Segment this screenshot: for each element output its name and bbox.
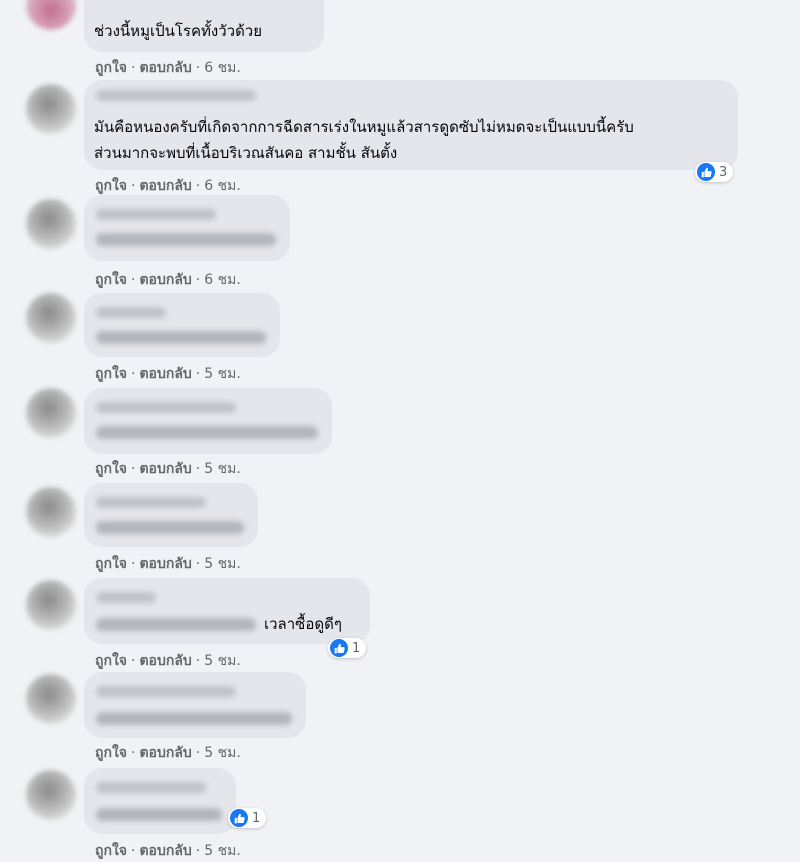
comment-actions: ถูกใจ · ตอบกลับ · 6 ชม. — [95, 175, 241, 197]
like-thumb-icon — [330, 639, 348, 657]
timestamp[interactable]: 6 ชม. — [204, 60, 241, 76]
author-name-blurred[interactable] — [96, 497, 206, 508]
reply-link[interactable]: ตอบกลับ — [139, 843, 191, 859]
separator: · — [195, 745, 201, 761]
timestamp[interactable]: 5 ชม. — [204, 653, 241, 669]
comment-actions: ถูกใจ · ตอบกลับ · 5 ชม. — [95, 458, 241, 480]
reply-link[interactable]: ตอบกลับ — [139, 272, 191, 288]
separator: · — [131, 461, 136, 477]
author-name-blurred[interactable] — [96, 402, 236, 413]
comment-bubble — [84, 388, 332, 454]
comment-text-blurred — [96, 331, 266, 344]
author-name-blurred[interactable] — [96, 90, 256, 101]
avatar[interactable] — [26, 0, 76, 30]
author-name-blurred[interactable] — [96, 592, 156, 603]
comment-text-blurred — [96, 233, 276, 246]
timestamp[interactable]: 6 ชม. — [204, 178, 241, 194]
comment-bubble: เวลาซื้อดูดีๆ — [84, 578, 370, 644]
reply-link[interactable]: ตอบกลับ — [139, 178, 191, 194]
like-link[interactable]: ถูกใจ — [95, 653, 127, 669]
comment-text-blurred — [96, 618, 256, 631]
reply-link[interactable]: ตอบกลับ — [139, 556, 191, 572]
avatar[interactable] — [26, 84, 76, 134]
separator: · — [131, 556, 136, 572]
like-thumb-icon — [697, 163, 715, 181]
reply-link[interactable]: ตอบกลับ — [139, 653, 191, 669]
separator: · — [195, 461, 201, 477]
like-link[interactable]: ถูกใจ — [95, 556, 127, 572]
avatar[interactable] — [26, 199, 76, 249]
avatar[interactable] — [26, 388, 76, 438]
separator: · — [131, 366, 136, 382]
comment-bubble: มันคือหนองครับที่เกิดจากการฉีดสารเร่งในห… — [84, 80, 738, 170]
comment-bubble — [84, 293, 280, 357]
author-name-blurred[interactable] — [96, 307, 166, 318]
comment-bubble — [84, 768, 236, 834]
separator: · — [195, 843, 201, 859]
separator: · — [195, 178, 201, 194]
timestamp[interactable]: 5 ชม. — [204, 745, 241, 761]
author-name-blurred[interactable] — [96, 782, 206, 793]
comment-actions: ถูกใจ · ตอบกลับ · 6 ชม. — [95, 57, 241, 79]
comment-bubble — [84, 195, 290, 261]
comment-text: ช่วงนี้หมูเป็นโรคทั้งวัวด้วย — [94, 22, 263, 40]
like-thumb-icon — [230, 809, 248, 827]
separator: · — [131, 843, 136, 859]
like-link[interactable]: ถูกใจ — [95, 60, 127, 76]
comment-bubble — [84, 672, 306, 738]
comment-actions: ถูกใจ · ตอบกลับ · 5 ชม. — [95, 742, 241, 764]
reaction-summary[interactable]: 1 — [328, 638, 367, 658]
like-link[interactable]: ถูกใจ — [95, 272, 127, 288]
comment-text: ส่วนมากจะพบที่เนื้อบริเวณสันคอ สามชั้น ส… — [94, 144, 398, 162]
like-link[interactable]: ถูกใจ — [95, 461, 127, 477]
comment-actions: ถูกใจ · ตอบกลับ · 5 ชม. — [95, 363, 241, 385]
like-link[interactable]: ถูกใจ — [95, 366, 127, 382]
separator: · — [131, 653, 136, 669]
comment-text-blurred — [96, 808, 222, 821]
avatar[interactable] — [26, 674, 76, 724]
reaction-count: 1 — [252, 810, 261, 826]
separator: · — [131, 745, 136, 761]
separator: · — [195, 366, 201, 382]
comment-text: เวลาซื้อดูดีๆ — [264, 615, 342, 633]
timestamp[interactable]: 5 ชม. — [204, 366, 241, 382]
separator: · — [195, 272, 201, 288]
author-name-blurred[interactable] — [96, 686, 236, 697]
like-link[interactable]: ถูกใจ — [95, 745, 127, 761]
avatar[interactable] — [26, 293, 76, 343]
reply-link[interactable]: ตอบกลับ — [139, 745, 191, 761]
separator: · — [195, 60, 201, 76]
reaction-count: 3 — [719, 164, 728, 180]
separator: · — [195, 653, 201, 669]
like-link[interactable]: ถูกใจ — [95, 843, 127, 859]
avatar[interactable] — [26, 580, 76, 630]
reaction-summary[interactable]: 3 — [695, 162, 734, 182]
comment-actions: ถูกใจ · ตอบกลับ · 5 ชม. — [95, 553, 241, 575]
author-name-blurred[interactable] — [96, 209, 216, 220]
comment-text-blurred — [96, 712, 292, 725]
comment-actions: ถูกใจ · ตอบกลับ · 5 ชม. — [95, 650, 241, 672]
comment-bubble — [84, 483, 258, 547]
comment-text-blurred — [96, 426, 318, 439]
comment-bubble: ช่วงนี้หมูเป็นโรคทั้งวัวด้วย — [84, 0, 324, 52]
timestamp[interactable]: 5 ชม. — [204, 556, 241, 572]
comment-text-blurred — [96, 521, 244, 534]
separator: · — [131, 60, 136, 76]
separator: · — [195, 556, 201, 572]
timestamp[interactable]: 5 ชม. — [204, 843, 241, 859]
separator: · — [131, 178, 136, 194]
timestamp[interactable]: 6 ชม. — [204, 272, 241, 288]
reaction-count: 1 — [352, 640, 361, 656]
reply-link[interactable]: ตอบกลับ — [139, 461, 191, 477]
reply-link[interactable]: ตอบกลับ — [139, 60, 191, 76]
like-link[interactable]: ถูกใจ — [95, 178, 127, 194]
reply-link[interactable]: ตอบกลับ — [139, 366, 191, 382]
avatar[interactable] — [26, 770, 76, 820]
reaction-summary[interactable]: 1 — [228, 808, 267, 828]
separator: · — [131, 272, 136, 288]
comment-actions: ถูกใจ · ตอบกลับ · 6 ชม. — [95, 269, 241, 291]
avatar[interactable] — [26, 487, 76, 537]
timestamp[interactable]: 5 ชม. — [204, 461, 241, 477]
